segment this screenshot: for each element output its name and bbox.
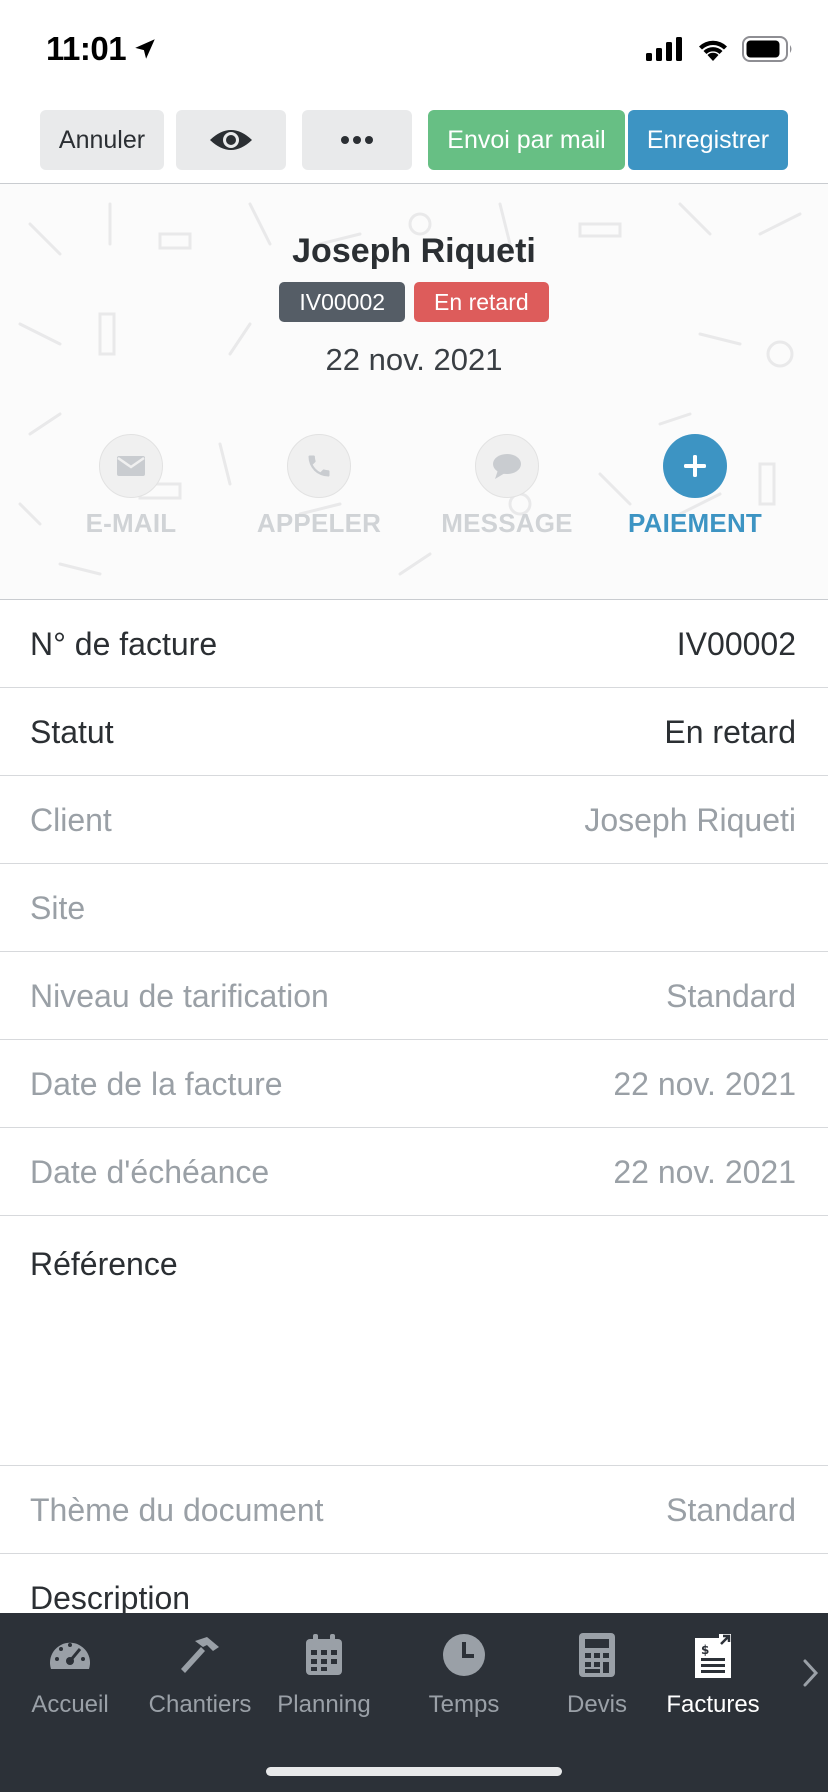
message-action-circle [475,434,539,498]
invoice-number-value: IV00002 [676,626,796,662]
document-theme-value: Standard [666,1492,796,1528]
tab-chantiers-label: Chantiers [148,1691,252,1718]
tab-factures[interactable]: $ Factures [663,1613,763,1723]
payment-action-circle [663,434,727,498]
invoice-date-value: 22 nov. 2021 [613,1066,796,1102]
reference-row[interactable]: Référence [0,1216,828,1466]
bottom-tab-bar: Accueil Chantiers Planning Temps Devis $… [0,1613,828,1792]
send-email-button[interactable]: Envoi par mail [428,110,625,170]
message-action-label: MESSAGE [441,508,573,538]
call-action[interactable]: APPELER [224,434,414,539]
home-indicator [266,1767,562,1776]
tab-temps-label: Temps [428,1691,500,1718]
client-name: Joseph Riqueti [292,232,536,270]
payment-action-label: PAIEMENT [627,508,762,538]
call-action-circle [287,434,351,498]
due-date-label: Date d'échéance [30,1154,270,1190]
more-options-button[interactable] [302,110,412,170]
chat-bubble-icon [493,454,521,479]
quick-actions: E-MAIL APPELER MESSAGE PAIEMENT [0,434,828,554]
tab-planning-label: Planning [277,1691,371,1718]
pricing-level-row[interactable]: Niveau de tarification Standard [0,952,828,1040]
save-button[interactable]: Enregistrer [628,110,788,170]
status-time-text: 11:01 [46,30,127,67]
status-time: 11:01 [46,30,158,68]
pricing-level-value: Standard [666,978,796,1014]
due-date-value: 22 nov. 2021 [613,1154,796,1190]
tab-temps[interactable]: Temps [414,1613,514,1723]
email-action-label: E-MAIL [85,508,177,538]
hammer-icon [176,1631,224,1679]
calendar-icon [300,1631,348,1679]
invoice-number-label: N° de facture [30,626,218,662]
status-row[interactable]: Statut En retard [0,688,828,776]
message-action[interactable]: MESSAGE [412,434,602,539]
invoice-icon: $ [689,1631,737,1679]
invoice-fields: N° de facture IV00002 Statut En retard C… [0,600,828,1642]
tab-devis-label: Devis [566,1691,627,1718]
reference-label: Référence [30,1246,178,1282]
status-badge: En retard [414,282,549,322]
location-arrow-icon [135,39,155,59]
status-label: Statut [30,714,114,750]
client-value: Joseph Riqueti [584,802,796,838]
wifi-icon [699,40,727,61]
tab-accueil-label: Accueil [31,1691,109,1718]
status-indicators [646,36,794,62]
invoice-date-label: Date de la facture [30,1066,283,1102]
cancel-button[interactable]: Annuler [40,110,164,170]
badges: IV00002 En retard [0,282,828,322]
call-action-label: APPELER [256,508,382,538]
mail-icon [117,456,145,476]
tab-chantiers[interactable]: Chantiers [145,1613,255,1723]
tab-planning[interactable]: Planning [274,1613,374,1723]
phone-icon [308,455,330,477]
clock-icon [440,1631,488,1679]
payment-action[interactable]: PAIEMENT [600,434,790,539]
site-row[interactable]: Site [0,864,828,952]
battery-icon [742,36,792,62]
signal-icon [646,37,682,61]
tab-accueil[interactable]: Accueil [20,1613,120,1723]
invoice-number-badge: IV00002 [279,282,406,322]
svg-text:$: $ [701,1643,709,1657]
calculator-icon [573,1631,621,1679]
email-action[interactable]: E-MAIL [36,434,226,539]
more-dots-icon [341,136,373,144]
site-label: Site [30,890,86,926]
email-action-circle [99,434,163,498]
document-theme-row[interactable]: Thème du document Standard [0,1466,828,1554]
chevron-right-icon[interactable] [800,1655,822,1691]
eye-icon [210,130,252,150]
status-value: En retard [664,714,796,750]
pricing-level-label: Niveau de tarification [30,978,329,1014]
preview-button[interactable] [176,110,286,170]
status-bar: 11:01 [0,0,828,100]
client-label: Client [30,802,112,838]
due-date-row[interactable]: Date d'échéance 22 nov. 2021 [0,1128,828,1216]
top-toolbar: Annuler Envoi par mail Enregistrer [0,100,828,184]
tab-factures-label: Factures [666,1691,760,1718]
speedometer-icon [46,1631,94,1679]
invoice-number-row[interactable]: N° de facture IV00002 [0,600,828,688]
invoice-date-row[interactable]: Date de la facture 22 nov. 2021 [0,1040,828,1128]
tab-devis[interactable]: Devis [547,1613,647,1723]
client-row[interactable]: Client Joseph Riqueti [0,776,828,864]
document-theme-label: Thème du document [30,1492,324,1528]
invoice-header: Joseph Riqueti IV00002 En retard 22 nov.… [0,184,828,600]
plus-icon [684,455,706,477]
invoice-date: 22 nov. 2021 [325,342,503,377]
